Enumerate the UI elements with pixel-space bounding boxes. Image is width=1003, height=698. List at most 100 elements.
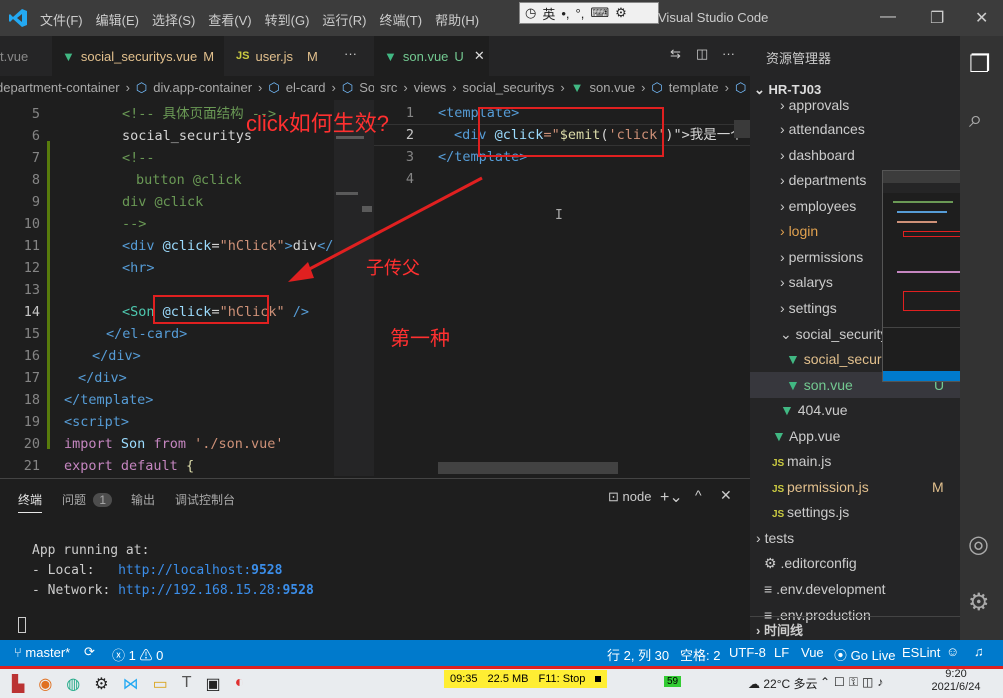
tree-item-settings-js[interactable]: JS settings.js (772, 499, 849, 525)
terminal-selector[interactable]: ⊡ node (608, 489, 651, 505)
ime-toolbar[interactable]: ◷ 英 •, °, ⌨ ⚙ (519, 2, 659, 24)
sync-icon[interactable]: ⟳ (84, 644, 95, 660)
tree-item-tests[interactable]: › tests (756, 525, 794, 551)
tree-item-permissions[interactable]: › permissions (780, 244, 863, 270)
tree-item-login[interactable]: › login (780, 218, 818, 244)
gear-icon[interactable]: ⚙ (94, 674, 108, 694)
tab-terminal[interactable]: 终端 (18, 491, 43, 513)
branch-indicator[interactable]: ⑂ master* (14, 645, 70, 660)
tree-item-app-vue[interactable]: ▼ App.vue (772, 423, 840, 449)
tab-problems[interactable]: 问题 1 (62, 491, 113, 508)
maximize-panel-icon[interactable]: ^ (695, 487, 702, 503)
tree-item-settings[interactable]: › settings (780, 295, 837, 321)
files-icon[interactable]: ❐ (969, 50, 991, 79)
tray-icons[interactable]: ⌃☐⚿◫♪ (820, 675, 887, 690)
breadcrumb-item[interactable]: son.vue (590, 80, 636, 96)
menu-selection[interactable]: 选择(S) (152, 10, 195, 29)
more-actions-icon[interactable]: ··· (722, 46, 735, 61)
tab-output[interactable]: 输出 (131, 491, 155, 508)
tab-debug-console[interactable]: 调试控制台 (175, 491, 235, 508)
problems-indicator[interactable]: ⓧ 1 ⚠ 0 (112, 645, 163, 664)
account-icon[interactable]: ◎ (968, 530, 989, 559)
line-number: 9 (31, 194, 40, 210)
battery-indicator[interactable]: 59 (664, 676, 682, 687)
close-tab-icon[interactable]: ✕ (474, 48, 485, 64)
ime-moon[interactable]: •, (561, 6, 569, 21)
tab-social-securitys-vue[interactable]: ▼ social_securitys.vue M (52, 36, 224, 76)
tree-item-main-js[interactable]: JS main.js (772, 448, 831, 474)
feedback-icon[interactable]: ☺ (946, 644, 959, 659)
tab-user-js[interactable]: JS user.js M (226, 36, 326, 76)
encoding[interactable]: UTF-8 (729, 645, 766, 660)
menu-help[interactable]: 帮助(H) (435, 10, 479, 29)
terminal-output[interactable]: App running at: - Local: http://localhos… (18, 541, 314, 601)
line-number: 19 (23, 414, 40, 430)
app-icon[interactable]: ◐ (235, 674, 245, 694)
tab-other-vue[interactable]: t.vue (0, 36, 50, 76)
breadcrumb-item[interactable]: views (414, 80, 447, 96)
eol[interactable]: LF (774, 645, 789, 660)
weather[interactable]: ☁ 22°C 多云 (748, 675, 818, 692)
minimap-slider[interactable] (734, 120, 750, 138)
split-editor-icon[interactable]: ◫ (696, 46, 708, 62)
tree-item-env-development[interactable]: ≡ .env.development (764, 576, 886, 602)
folder-icon[interactable]: ▭ (153, 674, 168, 694)
terminal-icon[interactable]: ▣ (206, 674, 221, 694)
more-actions-icon[interactable]: ··· (344, 46, 357, 61)
tree-item-404-vue[interactable]: ▼ 404.vue (780, 397, 848, 423)
eslint-status[interactable]: ESLint (902, 645, 940, 660)
tree-item-social-securitys-folder[interactable]: ⌄ social_securitys (780, 321, 894, 347)
search-icon[interactable]: ⌕ (969, 106, 982, 134)
menu-file[interactable]: 文件(F) (40, 10, 83, 29)
tree-item-permission-js[interactable]: JS permission.js M (772, 474, 960, 500)
line-number: 5 (31, 106, 40, 122)
language-mode[interactable]: Vue (801, 645, 824, 660)
gear-icon[interactable]: ⚙ (615, 5, 627, 21)
go-live-button[interactable]: ⦿ Go Live (834, 645, 895, 664)
breadcrumb-item[interactable]: src (380, 80, 397, 96)
tree-item-attendances[interactable]: › attendances (780, 116, 865, 142)
tree-item-employees[interactable]: › employees (780, 193, 856, 219)
perf-stop[interactable]: F11: Stop (539, 673, 586, 685)
tree-item-approvals[interactable]: › approvals (780, 92, 849, 118)
menu-view[interactable]: 查看(V) (208, 10, 251, 29)
compare-icon[interactable]: ⇆ (670, 46, 681, 62)
clock[interactable]: 9:20 2021/6/24 (926, 668, 986, 694)
menu-terminal[interactable]: 终端(T) (379, 10, 422, 29)
app-icon[interactable]: ◉ (38, 674, 52, 694)
timeline-section[interactable]: › 时间线 (750, 616, 960, 640)
ime-language[interactable]: 英 (542, 4, 555, 23)
keyboard-icon[interactable]: ⌨ (590, 5, 609, 21)
indentation[interactable]: 空格: 2 (680, 645, 720, 664)
minimize-button[interactable]: — (880, 8, 896, 26)
horizontal-scrollbar[interactable] (438, 462, 618, 474)
breadcrumb-item[interactable]: el-card (286, 80, 326, 96)
cursor-position[interactable]: 行 2, 列 30 (607, 645, 669, 664)
bell-icon[interactable]: ♫ (974, 644, 984, 659)
tree-item-dashboard[interactable]: › dashboard (780, 142, 855, 168)
status-bar: ⑂ master* ⟳ ⓧ 1 ⚠ 0 行 2, 列 30 空格: 2 UTF-… (0, 640, 1003, 666)
tab-son-vue[interactable]: ▼ son.vue U ✕ (374, 36, 489, 76)
chrome-icon[interactable]: ◍ (66, 674, 80, 694)
close-window-button[interactable]: ✕ (975, 8, 988, 28)
settings-gear-icon[interactable]: ⚙ (968, 588, 990, 617)
line-number: 11 (23, 238, 40, 254)
tree-item-departments[interactable]: › departments (780, 167, 866, 193)
vscode-icon[interactable]: ⋈ (123, 674, 139, 694)
breadcrumb-item[interactable]: department-container (0, 80, 120, 96)
menu-goto[interactable]: 转到(G) (265, 10, 310, 29)
tree-item-editorconfig[interactable]: ⚙ .editorconfig (764, 550, 857, 576)
breadcrumb-item[interactable]: Son (359, 80, 374, 96)
breadcrumb-item[interactable]: template (669, 80, 719, 96)
breadcrumb-item[interactable]: div.app-container (153, 80, 252, 96)
close-panel-icon[interactable]: ✕ (720, 487, 732, 504)
menu-edit[interactable]: 编辑(E) (96, 10, 139, 29)
restore-button[interactable]: ❐ (930, 8, 944, 28)
ime-punct[interactable]: °, (576, 6, 585, 21)
tree-item-salarys[interactable]: › salarys (780, 269, 833, 295)
new-terminal-button[interactable]: +⌄ (660, 487, 683, 507)
typora-icon[interactable]: T (182, 674, 192, 694)
menu-run[interactable]: 运行(R) (322, 10, 366, 29)
app-icon[interactable]: ▙ (12, 674, 24, 694)
breadcrumb-item[interactable]: social_securitys (463, 80, 555, 96)
